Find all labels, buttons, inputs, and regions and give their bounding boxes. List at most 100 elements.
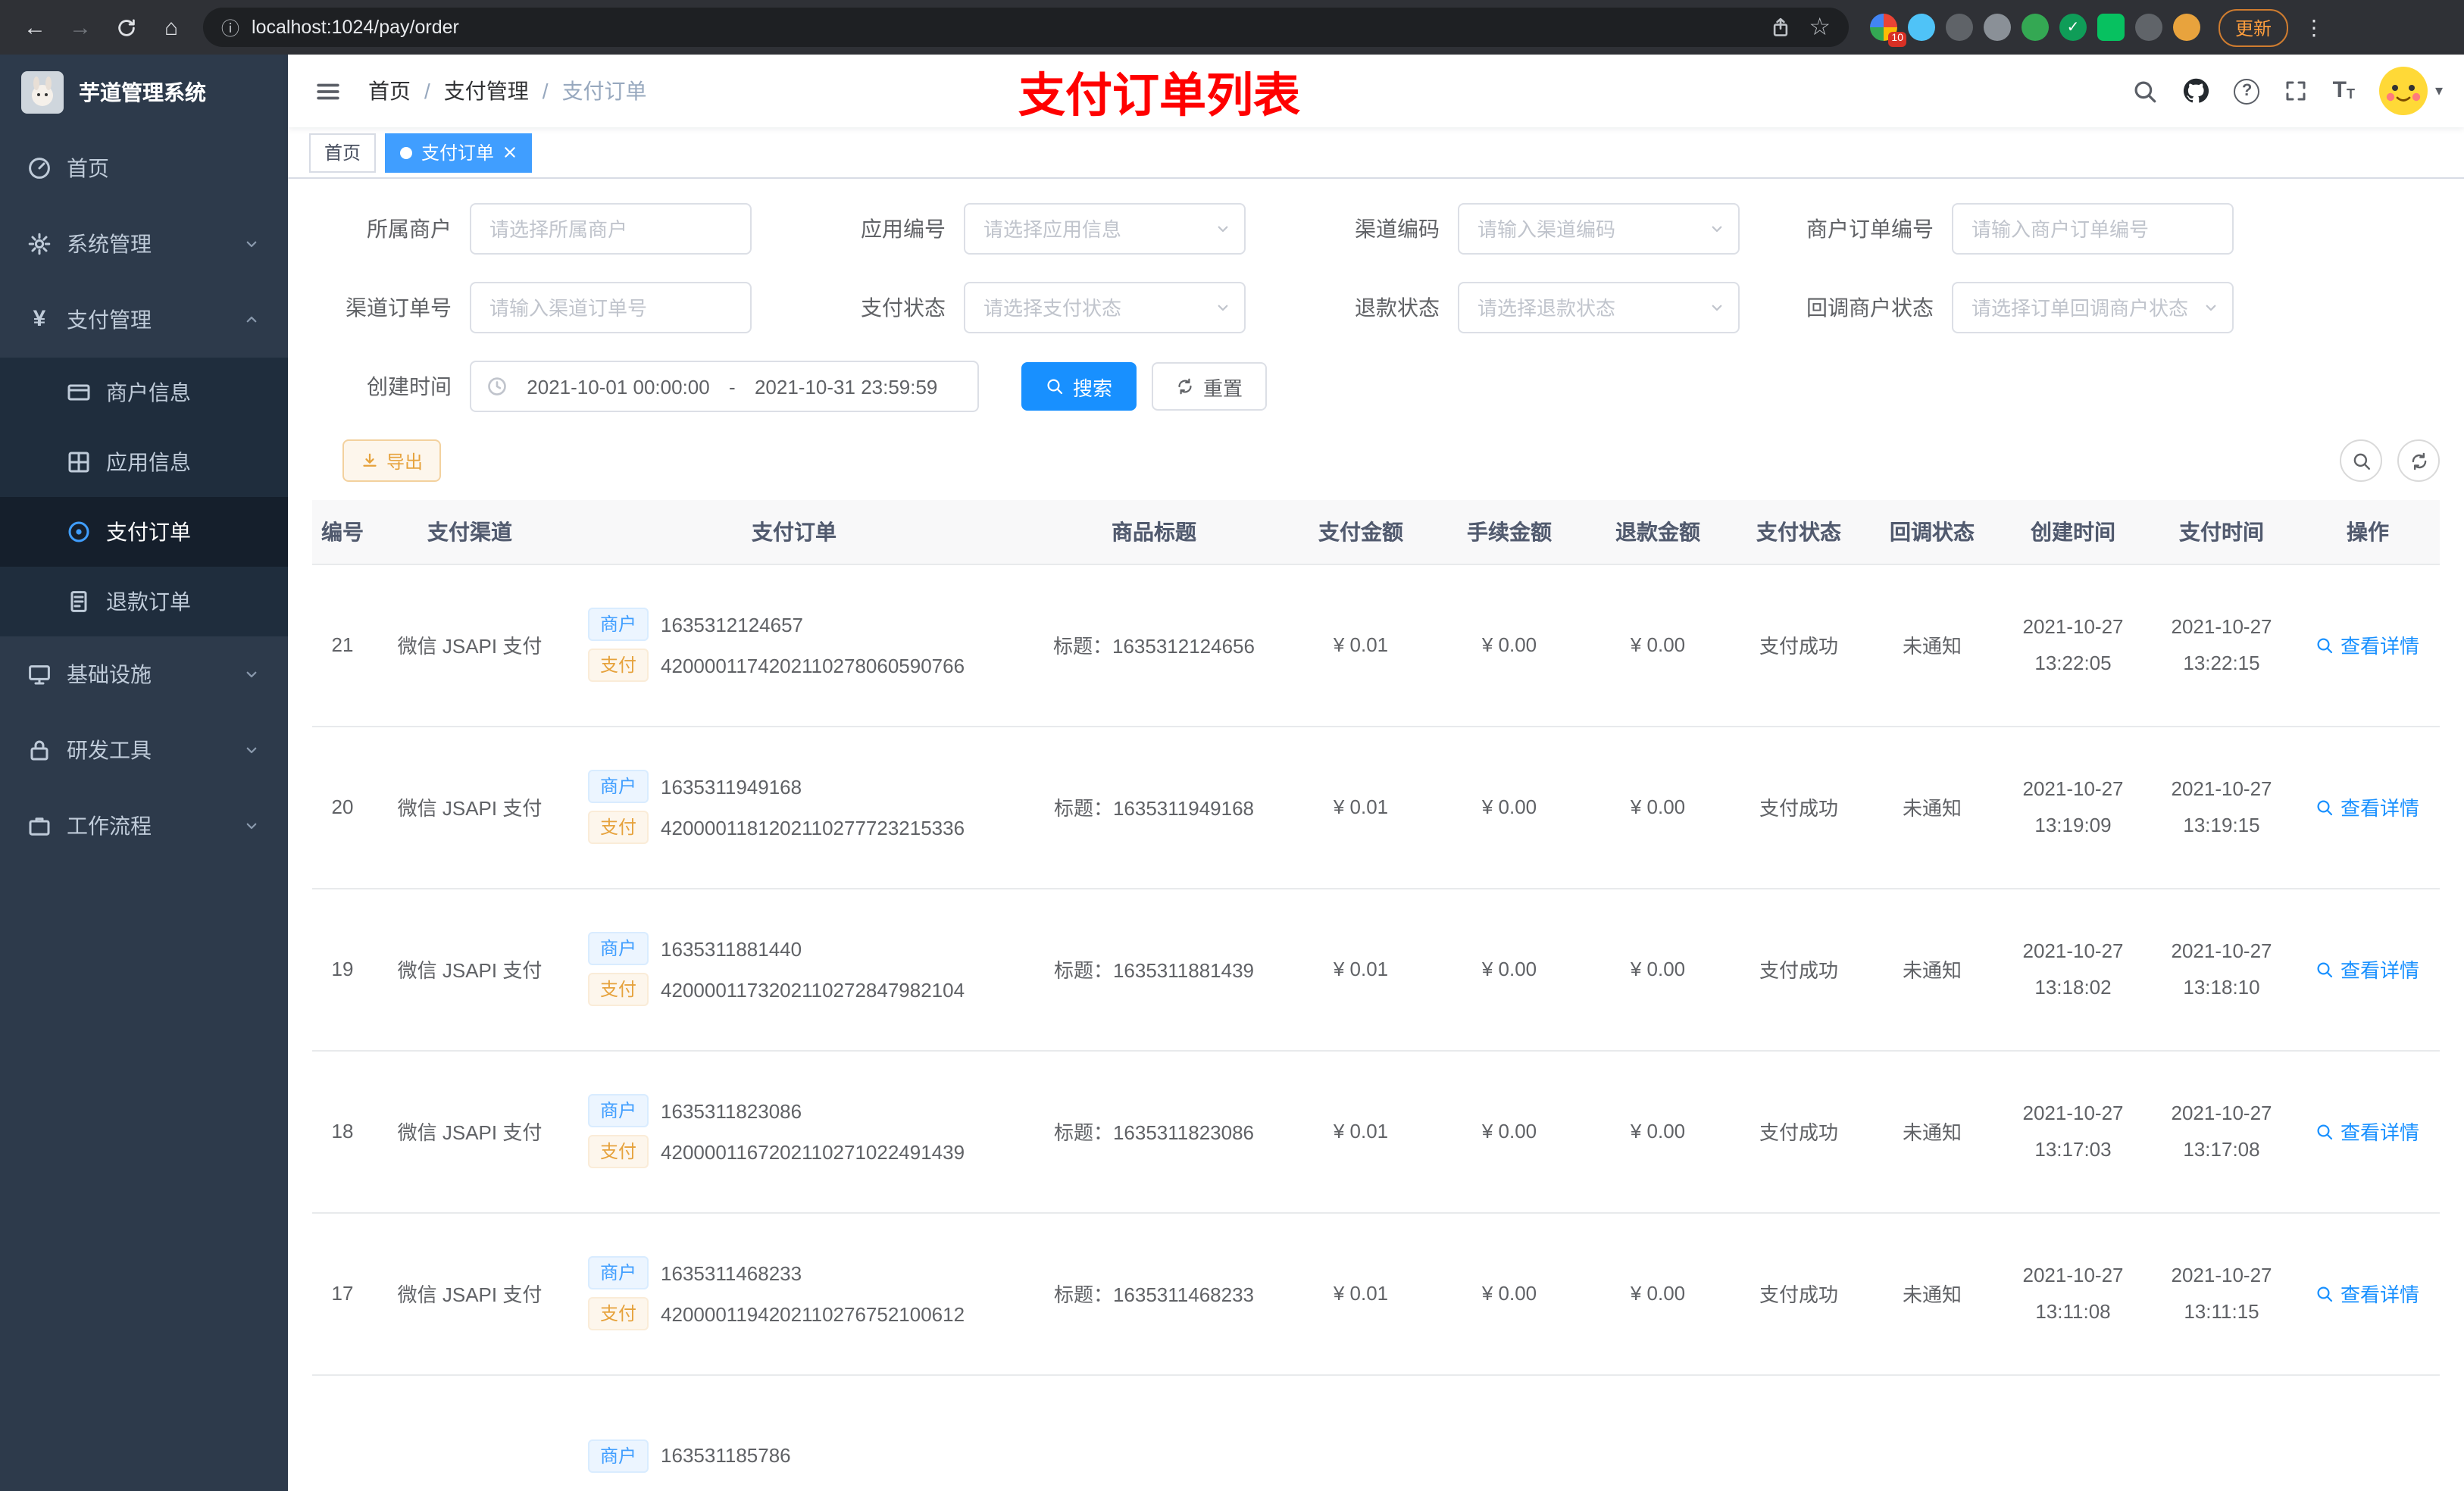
forward-icon[interactable]: → [61, 8, 100, 47]
sidebar-item-infrastructure[interactable]: 基础设施 [0, 636, 288, 712]
refresh-icon[interactable] [2397, 439, 2440, 482]
shop-input[interactable] [470, 203, 752, 255]
cell-amount: ¥ 0.01 [1287, 888, 1435, 1051]
breadcrumb-payment[interactable]: 支付管理 [444, 76, 529, 106]
table-row: 17 微信 JSAPI 支付 商户 1635311468233 支付 4200001… [312, 1212, 2440, 1375]
extension-chat-icon[interactable] [2097, 14, 2125, 41]
date-range-picker[interactable]: - [470, 361, 979, 412]
merchant-order-no-input[interactable] [1952, 203, 2234, 255]
browser-profile-avatar[interactable] [2173, 14, 2200, 41]
cell-fee: ¥ 0.00 [1435, 888, 1584, 1051]
cell-status: 支付成功 [1732, 1212, 1865, 1375]
sidebar-item-workflow[interactable]: 工作流程 [0, 788, 288, 864]
address-bar[interactable]: ⓘ localhost:1024/pay/order ☆ [203, 8, 1849, 47]
chevron-down-icon [1214, 220, 1232, 238]
view-detail-link[interactable]: 查看详情 [2316, 792, 2419, 821]
app-no-select[interactable] [964, 203, 1246, 255]
toggle-search-icon[interactable] [2340, 439, 2382, 482]
cell-refund: ¥ 0.00 [1584, 564, 1732, 727]
table-tools [2340, 439, 2440, 482]
extensions-pin-icon[interactable] [2135, 14, 2162, 41]
sidebar-subitem-refund-order[interactable]: 退款订单 [0, 567, 288, 636]
back-icon[interactable]: ← [15, 8, 55, 47]
view-detail-link[interactable]: 查看详情 [2316, 955, 2419, 983]
cell-title: 标题：1635311881439 [1021, 888, 1287, 1051]
merchant-tag: 商户 [588, 1094, 649, 1127]
filter-label: 渠道订单号 [346, 295, 452, 320]
sidebar-item-home[interactable]: 首页 [0, 130, 288, 206]
bookmark-star-icon[interactable]: ☆ [1809, 12, 1831, 42]
extension-check-icon[interactable]: ✓ [2059, 14, 2087, 41]
chrome-update-button[interactable]: 更新 [2219, 8, 2289, 46]
github-icon[interactable] [2183, 77, 2210, 105]
user-avatar[interactable]: ▾ [2378, 67, 2443, 115]
filter-label: 应用编号 [861, 217, 946, 241]
refund-status-select[interactable] [1458, 282, 1740, 333]
document-icon [67, 589, 91, 614]
extension-colorful-icon[interactable]: 10 [1870, 14, 1906, 47]
merchant-tag: 商户 [588, 932, 649, 965]
browser-menu-icon[interactable]: ⋮ [2294, 14, 2334, 40]
channel-code-select[interactable] [1458, 203, 1740, 255]
search-icon[interactable] [2133, 78, 2159, 104]
sidebar-subitem-pay-order[interactable]: 支付订单 [0, 497, 288, 567]
pay-tag: 支付 [588, 973, 649, 1006]
sidebar-item-payment[interactable]: ¥ 支付管理 [0, 282, 288, 358]
cell-order: 商户 163531185786 [567, 1374, 1021, 1491]
sidebar-item-label: 基础设施 [67, 662, 152, 686]
breadcrumb-separator: / [542, 79, 549, 103]
extension-gray-icon[interactable] [1984, 14, 2011, 41]
home-icon[interactable]: ⌂ [152, 8, 191, 47]
channel-order-no-input[interactable] [470, 282, 752, 333]
cell-pay-time: 2021-10-27 13:22:15 [2147, 564, 2296, 727]
filter-label: 创建时间 [367, 374, 452, 399]
reload-icon[interactable] [106, 8, 145, 47]
top-navbar: 首页 / 支付管理 / 支付订单 支付订单列表 ? T T ▾ [288, 55, 2464, 127]
cell-amount: ¥ 0.01 [1287, 564, 1435, 727]
extension-drop-icon[interactable] [1908, 14, 1935, 41]
search-button[interactable]: 搜索 [1021, 362, 1137, 411]
cell-notify: 未通知 [1865, 888, 1999, 1051]
pay-status-select[interactable] [964, 282, 1246, 333]
extension-green-icon[interactable] [2022, 14, 2049, 41]
sidebar-item-system[interactable]: 系统管理 [0, 206, 288, 282]
breadcrumb-home[interactable]: 首页 [368, 76, 411, 106]
close-icon[interactable] [503, 145, 517, 159]
share-icon[interactable] [1769, 17, 1790, 38]
hamburger-icon[interactable] [309, 72, 347, 110]
tab-label: 首页 [324, 142, 361, 164]
cell-action: 查看详情 [2296, 726, 2440, 889]
sidebar-item-label: 研发工具 [67, 738, 152, 762]
site-info-icon[interactable]: ⓘ [221, 14, 239, 40]
view-detail-link[interactable]: 查看详情 [2316, 1117, 2419, 1146]
view-detail-link[interactable]: 查看详情 [2316, 630, 2419, 659]
fullscreen-icon[interactable] [2284, 79, 2309, 103]
chevron-down-icon [242, 817, 261, 835]
breadcrumb: 首页 / 支付管理 / 支付订单 [368, 76, 647, 106]
sidebar-subitem-app-info[interactable]: 应用信息 [0, 427, 288, 497]
logo-avatar [21, 71, 64, 114]
sidebar-subitem-label: 支付订单 [106, 520, 191, 544]
col-amount: 支付金额 [1287, 500, 1435, 564]
cell-refund: ¥ 0.00 [1584, 726, 1732, 889]
sidebar-subitem-merchant-info[interactable]: 商户信息 [0, 358, 288, 427]
order-table: 编号 支付渠道 支付订单 商品标题 支付金额 手续金额 退款金额 支付状态 回调… [312, 500, 2440, 1491]
notify-status-select[interactable] [1952, 282, 2234, 333]
reset-button[interactable]: 重置 [1152, 362, 1268, 411]
chevron-down-icon [242, 665, 261, 683]
table-row: 21 微信 JSAPI 支付 商户 1635312124657 支付 4200001… [312, 564, 2440, 727]
date-end-input[interactable] [741, 375, 951, 398]
cell-amount: ¥ 0.01 [1287, 1050, 1435, 1213]
tab-home[interactable]: 首页 [309, 133, 377, 172]
sidebar-item-devtools[interactable]: 研发工具 [0, 712, 288, 788]
export-button[interactable]: 导出 [342, 439, 442, 482]
view-detail-link[interactable]: 查看详情 [2316, 1279, 2419, 1308]
font-size-icon[interactable]: TT [2333, 79, 2355, 102]
filter-label: 支付状态 [861, 295, 946, 320]
date-start-input[interactable] [514, 375, 723, 398]
cell-pay-time: 2021-10-27 13:19:15 [2147, 726, 2296, 889]
help-icon[interactable]: ? [2234, 78, 2260, 104]
tab-pay-order[interactable]: 支付订单 [385, 133, 533, 172]
extension-dark-icon[interactable] [1946, 14, 1973, 41]
table-row: 20 微信 JSAPI 支付 商户 1635311949168 支付 4200001… [312, 726, 2440, 889]
